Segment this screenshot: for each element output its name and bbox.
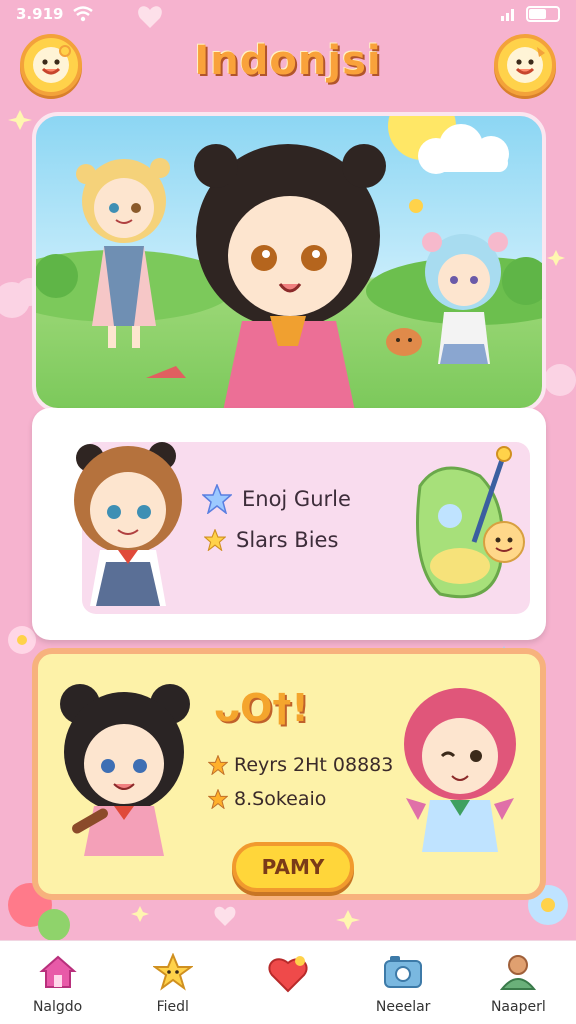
character-black-hair <box>60 684 190 856</box>
status-time: 3.919 <box>16 5 64 23</box>
nav-label: Neeelar <box>375 999 431 1015</box>
battery-icon <box>526 6 560 22</box>
hero-illustration <box>36 116 542 408</box>
nav-item-camera[interactable]: Neeelar <box>348 941 458 1015</box>
event-row-label: 8.Sokeaio <box>234 788 327 810</box>
profile-icon <box>500 955 537 990</box>
event-row: 8.Sokeaio <box>208 788 326 810</box>
signal-icon <box>501 9 514 21</box>
event-card[interactable]: ᴗO†! Reyrs 2Ht 08883 8.Sokeaio PAMY <box>32 648 546 900</box>
hero-banner[interactable] <box>32 112 546 412</box>
home-icon <box>38 955 77 988</box>
mascot-icon <box>416 446 525 599</box>
nav-label: Naaperl <box>490 999 546 1015</box>
nav-item-home[interactable]: Nalgdo <box>3 941 113 1015</box>
event-row: Reyrs 2Ht 08883 <box>208 754 393 776</box>
info-card[interactable]: Enoj Gurle Slars Bies <box>32 408 546 640</box>
stat-label: Enoj Gurle <box>242 487 351 511</box>
nav-label: Fiedl <box>156 999 189 1015</box>
star-icon <box>202 484 232 514</box>
character-main <box>194 144 386 408</box>
star-icon <box>208 755 228 775</box>
play-button[interactable]: PAMY <box>232 842 354 892</box>
stat-label: Slars Bies <box>236 528 339 552</box>
wifi-icon <box>73 6 94 22</box>
nav-label: Nalgdo <box>32 999 83 1015</box>
star-icon <box>208 789 228 809</box>
smiley-mascot-icon <box>507 47 545 83</box>
event-row-label: Reyrs 2Ht 08883 <box>234 754 394 776</box>
bottom-nav: Nalgdo Fiedl Neeelar Naaperl <box>0 940 576 1024</box>
character-brown-hair <box>74 442 182 606</box>
star-icon <box>204 529 226 551</box>
status-bar: 3.919 <box>0 0 576 28</box>
event-title: ᴗO†! <box>214 686 309 730</box>
nav-item-friends[interactable]: Fiedl <box>118 941 228 1015</box>
pet-icon <box>386 328 422 356</box>
character-pink-hair <box>404 688 516 852</box>
heart-icon <box>268 956 308 993</box>
star-friend-icon <box>152 953 193 991</box>
camera-icon <box>384 956 423 988</box>
header: Indonjsi <box>0 28 576 108</box>
nav-item-profile[interactable]: Naaperl <box>463 941 573 1015</box>
right-avatar-button[interactable] <box>494 34 556 96</box>
stat-row: Slars Bies <box>204 528 338 552</box>
leaf-icon <box>146 366 186 378</box>
battery-level <box>529 9 546 19</box>
app-title: Indonjsi <box>194 38 382 84</box>
nav-item-favorites[interactable] <box>233 941 343 1003</box>
stat-row: Enoj Gurle <box>202 484 351 514</box>
